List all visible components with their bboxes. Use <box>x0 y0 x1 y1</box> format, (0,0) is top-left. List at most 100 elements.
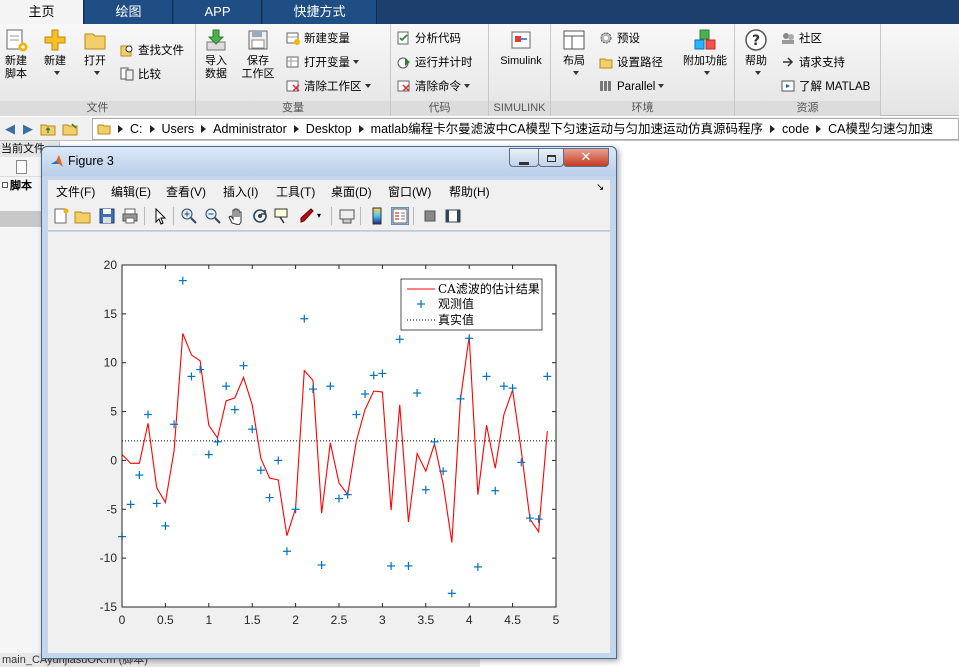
figure-title-bar[interactable]: Figure 3 ✕ <box>42 147 616 176</box>
open-variable-icon <box>286 55 300 69</box>
save-workspace-button[interactable]: 保存 工作区 <box>240 28 276 81</box>
parallel-button[interactable]: Parallel <box>599 78 665 96</box>
plot-area[interactable]: 0 0.5 1 1.5 2 2.5 3 3.5 4 4.5 5 -15 -10 -5 0 5 10 15 20 CA… <box>48 232 610 653</box>
breadcrumb-item[interactable]: Desktop <box>302 119 356 139</box>
learn-matlab-button[interactable]: 了解 MATLAB <box>781 78 870 96</box>
support-icon <box>781 55 795 69</box>
breadcrumb-item[interactable]: CA模型匀速匀加速 <box>824 119 937 139</box>
new-figure-icon[interactable] <box>52 207 70 225</box>
open-variable-button[interactable]: 打开变量 <box>286 54 359 72</box>
new-script-button[interactable]: 新建 脚本 <box>2 28 30 81</box>
chevron-down-icon[interactable]: ▾ <box>317 207 325 225</box>
maximize-button[interactable] <box>538 148 564 167</box>
pan-icon[interactable] <box>227 207 245 226</box>
zoom-in-icon[interactable] <box>180 207 198 225</box>
colorbar-icon[interactable] <box>368 207 386 225</box>
set-path-button[interactable]: 设置路径 <box>599 54 663 72</box>
link-plot-icon[interactable] <box>338 207 356 225</box>
x-tick-label: 4 <box>466 613 473 627</box>
simulink-group-label: SIMULINK <box>489 101 550 116</box>
print-icon[interactable] <box>121 207 139 225</box>
addons-button[interactable]: 附加功能 <box>681 28 729 81</box>
clear-commands-button[interactable]: 清除命令 <box>397 78 470 96</box>
menu-window[interactable]: 窗口(W) <box>388 183 431 200</box>
preferences-button[interactable]: 预设 <box>599 30 640 48</box>
breadcrumb-item[interactable]: Administrator <box>209 119 291 139</box>
clear-workspace-label: 清除工作区 <box>304 81 362 93</box>
resources-group-label: 资源 <box>735 101 880 116</box>
back-arrow-icon[interactable]: ◀ <box>2 121 18 137</box>
collapse-icon[interactable] <box>2 182 8 188</box>
community-button[interactable]: 社区 <box>781 30 822 48</box>
pointer-icon[interactable] <box>151 207 169 225</box>
menu-edit[interactable]: 编辑(E) <box>111 183 151 200</box>
legend[interactable]: CA滤波的估计结果 观测值 真实值 <box>400 278 543 331</box>
menu-help[interactable]: 帮助(H) <box>449 183 490 200</box>
simulink-button[interactable]: Simulink <box>495 28 547 68</box>
up-folder-icon[interactable] <box>40 121 56 137</box>
tab-home[interactable]: 主页 <box>0 0 84 25</box>
open-button[interactable]: 打开 <box>80 28 110 81</box>
menu-desktop[interactable]: 桌面(D) <box>331 183 372 200</box>
hide-plot-tools-icon[interactable] <box>421 207 439 225</box>
maximize-icon <box>546 155 556 162</box>
request-support-label: 请求支持 <box>799 57 845 69</box>
community-label: 社区 <box>799 33 822 45</box>
open-file-icon[interactable] <box>74 207 92 225</box>
new-button[interactable]: 新建 <box>40 28 70 81</box>
ribbon-tab-strip: 主页 绘图 APP 快捷方式 <box>0 0 959 25</box>
x-tick-label: 0 <box>119 613 126 627</box>
breadcrumb-item[interactable]: matlab编程卡尔曼滤波中CA模型下匀速运动与匀加速运动仿真源码程序 <box>367 119 767 139</box>
compare-button[interactable]: 比较 <box>120 66 161 84</box>
find-files-button[interactable]: 查找文件 <box>120 42 184 60</box>
new-variable-button[interactable]: 新建变量 <box>286 30 350 48</box>
legend-icon[interactable] <box>391 207 409 225</box>
matlab-logo-icon <box>50 154 64 171</box>
y-tick-label: 15 <box>104 307 118 321</box>
chevron-down-icon <box>572 71 579 75</box>
menu-tools[interactable]: 工具(T) <box>276 183 315 200</box>
data-cursor-icon[interactable] <box>274 207 292 225</box>
new-variable-label: 新建变量 <box>304 33 350 45</box>
chevron-down-icon <box>658 84 665 88</box>
analyze-code-button[interactable]: 分析代码 <box>397 30 461 48</box>
breadcrumb-item[interactable]: code <box>778 119 813 139</box>
file-icon <box>16 160 27 177</box>
run-and-time-button[interactable]: 运行并计时 <box>397 54 473 72</box>
save-icon[interactable] <box>98 207 116 225</box>
analyze-code-label: 分析代码 <box>415 33 461 45</box>
community-icon <box>781 31 795 45</box>
path-breadcrumb[interactable]: C: Users Administrator Desktop matlab编程卡尔曼滤波… <box>92 118 959 140</box>
figure-canvas[interactable]: 0 0.5 1 1.5 2 2.5 3 3.5 4 4.5 5 -15 -10 -5 0 5 10 15 20 CA… <box>48 232 610 653</box>
tab-apps[interactable]: APP <box>174 0 262 24</box>
x-tick-label: 3 <box>379 613 386 627</box>
brush-icon[interactable] <box>298 207 316 225</box>
forward-arrow-icon[interactable]: ▶ <box>20 121 36 137</box>
tab-plots[interactable]: 绘图 <box>85 0 173 24</box>
zoom-out-icon[interactable] <box>204 207 222 225</box>
rotate-icon[interactable] <box>251 207 269 225</box>
layout-label: 布局 <box>563 55 585 67</box>
menu-view[interactable]: 查看(V) <box>166 183 206 200</box>
show-plot-tools-icon[interactable] <box>444 207 462 225</box>
tab-shortcuts[interactable]: 快捷方式 <box>263 0 377 24</box>
request-support-button[interactable]: 请求支持 <box>781 54 845 72</box>
dock-arrow-icon[interactable]: ↘ <box>596 182 604 193</box>
help-button[interactable]: ? 帮助 <box>741 28 771 81</box>
menu-insert[interactable]: 插入(I) <box>223 183 258 200</box>
clear-workspace-button[interactable]: 清除工作区 <box>286 78 371 96</box>
browse-folder-icon[interactable] <box>62 121 78 137</box>
toolbar-separator <box>413 207 414 225</box>
layout-button[interactable]: 布局 <box>559 28 589 81</box>
minimize-button[interactable] <box>509 148 539 167</box>
menu-file[interactable]: 文件(F) <box>56 183 95 200</box>
x-tick-label: 1 <box>205 613 212 627</box>
find-files-icon <box>120 43 134 57</box>
breadcrumb-item[interactable]: Users <box>158 119 199 139</box>
close-button[interactable]: ✕ <box>563 148 609 167</box>
command-window[interactable] <box>617 141 959 667</box>
import-data-button[interactable]: 导入 数据 <box>200 28 232 81</box>
breadcrumb-item[interactable]: C: <box>126 119 147 139</box>
import-icon <box>204 28 228 52</box>
clear-commands-label: 清除命令 <box>415 81 461 93</box>
